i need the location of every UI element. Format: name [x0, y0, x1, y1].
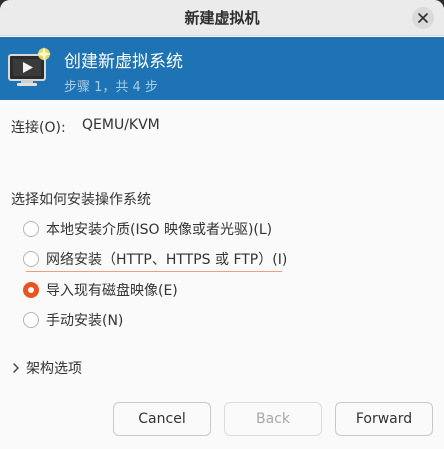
connection-label: 连接(O): [11, 120, 66, 136]
title-bar: 新建虚拟机 [0, 0, 444, 36]
chevron-right-icon [13, 363, 19, 373]
architecture-options-expander[interactable]: 架构选项 [12, 357, 82, 379]
connection-value: QEMU/KVM [82, 117, 160, 133]
window-title: 新建虚拟机 [184, 9, 260, 27]
radio-local-media[interactable]: 本地安装介质(ISO 映像或者光驱)(L) [23, 218, 272, 240]
architecture-options-label: 架构选项 [26, 361, 82, 377]
install-method-heading: 选择如何安装操作系统 [11, 192, 151, 208]
wizard-step-indicator: 步骤 1，共 4 步 [64, 80, 158, 95]
radio-label: 导入现有磁盘映像(E) [46, 283, 178, 299]
radio-button-selected[interactable] [23, 282, 39, 298]
wizard-title: 创建新虚拟系统 [64, 52, 183, 72]
forward-button[interactable]: Forward [335, 402, 433, 436]
radio-label: 网络安装（HTTP、HTTPS 或 FTP）(I) [46, 252, 288, 268]
cancel-button[interactable]: Cancel [113, 402, 211, 436]
close-button[interactable] [412, 7, 434, 29]
back-button[interactable]: Back [224, 402, 322, 436]
wizard-banner: 创建新虚拟系统 步骤 1，共 4 步 [0, 37, 444, 100]
radio-button[interactable] [23, 221, 39, 237]
radio-label: 手动安装(N) [46, 313, 124, 329]
radio-button[interactable] [23, 251, 39, 267]
radio-label: 本地安装介质(ISO 映像或者光驱)(L) [46, 222, 273, 238]
radio-manual-install[interactable]: 手动安装(N) [23, 309, 123, 331]
new-vm-dialog: 新建虚拟机 创建新虚拟系统 步骤 1，共 4 步 连接(O): QEMU/KVM… [0, 0, 444, 449]
radio-import-disk[interactable]: 导入现有磁盘映像(E) [23, 279, 178, 301]
radio-button[interactable] [23, 312, 39, 328]
radio-network-install[interactable]: 网络安装（HTTP、HTTPS 或 FTP）(I) [23, 248, 287, 270]
close-icon [418, 13, 428, 23]
vm-monitor-icon [8, 47, 51, 86]
focus-indicator [26, 271, 282, 272]
